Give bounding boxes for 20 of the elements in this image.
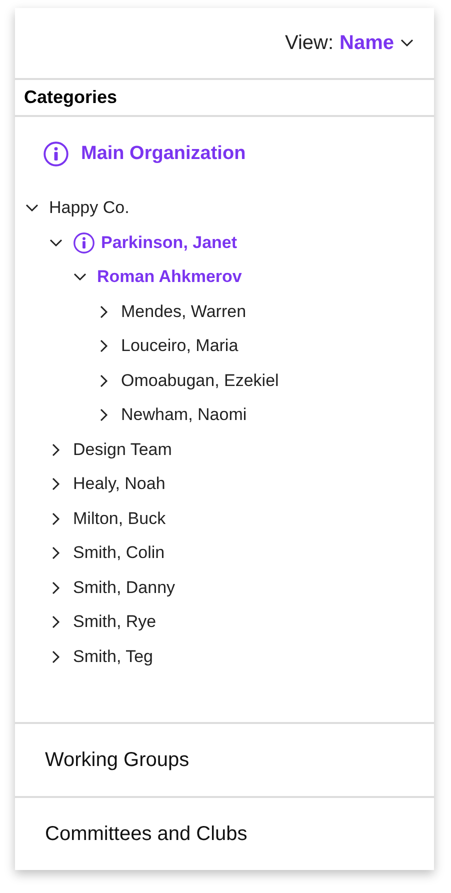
view-label: View: xyxy=(284,32,334,54)
tree-item[interactable]: Happy Co. xyxy=(49,198,130,218)
tree-item[interactable]: Louceiro, Maria xyxy=(121,336,238,356)
root-item[interactable]: Main Organization xyxy=(81,143,246,165)
tree-item[interactable]: Milton, Buck xyxy=(73,508,166,529)
tree-item[interactable]: Roman Ahkmerov xyxy=(97,267,242,288)
tree-item[interactable]: Smith, Danny xyxy=(73,578,176,598)
section-item[interactable]: Committees and Clubs xyxy=(45,822,248,846)
tree-item[interactable]: Smith, Teg xyxy=(73,646,154,667)
tree-item[interactable]: Design Team xyxy=(73,440,172,460)
tree-item[interactable]: Smith, Colin xyxy=(73,543,165,564)
tree-item[interactable]: Mendes, Warren xyxy=(121,302,246,322)
section-item[interactable]: Working Groups xyxy=(45,748,190,772)
tree-item[interactable]: Omoabugan, Ezekiel xyxy=(121,370,279,391)
categories-heading: Categories xyxy=(15,80,434,117)
tree-item[interactable]: Healy, Noah xyxy=(73,474,166,494)
tree-item[interactable]: Smith, Rye xyxy=(73,612,156,632)
view-dropdown[interactable]: Name xyxy=(340,32,394,54)
tree-item[interactable]: Parkinson, Janet xyxy=(101,232,238,253)
tree-item[interactable]: Newham, Naomi xyxy=(121,405,247,426)
